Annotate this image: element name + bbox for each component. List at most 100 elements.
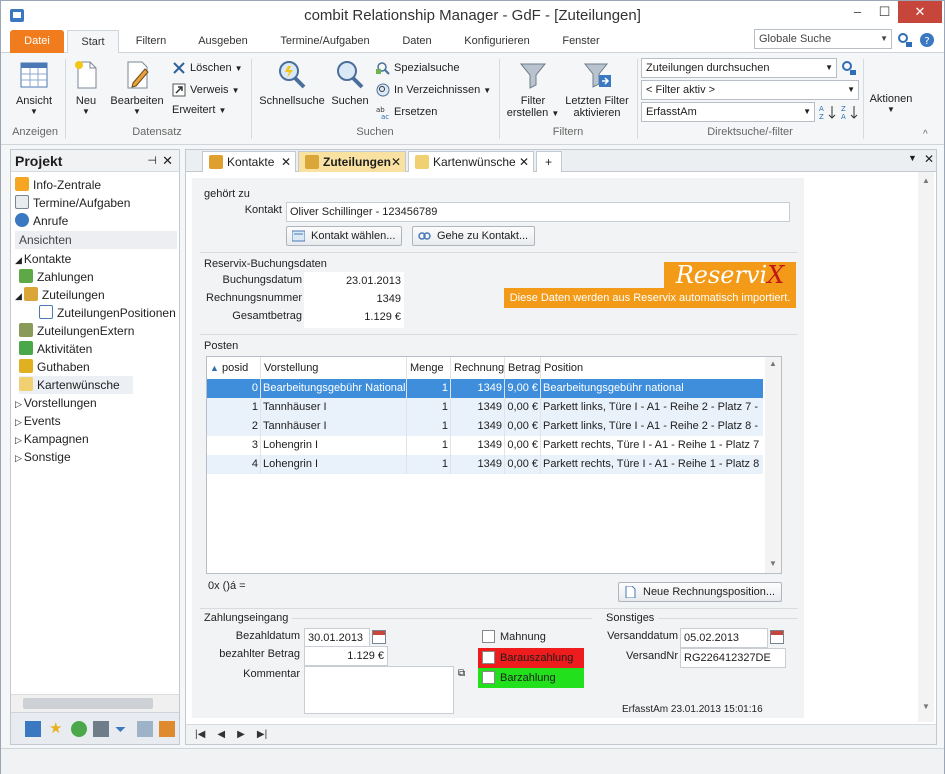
gesamtbetrag-value[interactable]: 1.129 € [304,308,404,328]
horizontal-scrollbar[interactable] [11,694,179,712]
close-button[interactable]: ✕ [898,1,942,23]
grid-vertical-scrollbar[interactable]: ▲ ▼ [765,357,781,573]
new-tab-button[interactable]: + [536,151,562,172]
tab-daten[interactable]: Daten [391,30,443,53]
col-menge[interactable]: Menge [407,357,451,379]
versanddatum-field[interactable]: 05.02.2013 [680,628,768,648]
buchungsdatum-value[interactable]: 23.01.2013 [304,272,404,292]
barauszahlung-checkbox-row[interactable]: Barauszahlung [478,648,584,668]
col-vorstellung[interactable]: Vorstellung [261,357,407,379]
close-tab-icon[interactable]: ✕ [391,152,401,172]
calendar-picker-icon[interactable] [770,630,784,644]
history-icon[interactable] [71,721,87,737]
sort-descending-icon[interactable]: ZA [841,103,859,121]
global-search-input[interactable]: Globale Suche ▼ [754,29,892,49]
last-record-icon[interactable]: ▶| [257,725,267,745]
kontakt-field[interactable]: Oliver Schillinger - 123456789 [286,202,790,222]
col-rechnung[interactable]: Rechnung [451,357,505,379]
favorites-star-icon[interactable]: ★ [49,721,65,737]
scroll-down-icon[interactable]: ▼ [922,702,930,711]
doc-tab-kartenwuensche[interactable]: Kartenwünsche ✕ [408,151,534,172]
schnellsuche-button[interactable]: Schnellsuche [257,59,327,107]
tree-zuteilungenpositionen[interactable]: ZuteilungenPositionen [39,304,176,322]
calendar-picker-icon[interactable] [372,630,386,644]
expand-icon[interactable]: ▷ [15,399,22,409]
loeschen-button[interactable]: Löschen ▼ [172,59,243,77]
users-icon[interactable] [159,721,175,737]
nav-info-zentrale[interactable]: Info-Zentrale [15,176,101,194]
ansicht-button[interactable]: Ansicht ▼ [9,59,59,116]
collapse-ribbon-icon[interactable]: ^ [923,129,928,140]
scroll-up-icon[interactable]: ▲ [922,176,930,185]
expand-editor-icon[interactable]: ⧉ [458,668,465,679]
tab-termine[interactable]: Termine/Aufgaben [267,30,383,53]
barauszahlung-checkbox[interactable] [482,651,495,664]
in-verzeichnissen-button[interactable]: In Verzeichnissen ▼ [376,81,491,99]
versandnr-field[interactable]: RG226412327DE [680,648,786,668]
tab-konfigurieren[interactable]: Konfigurieren [453,30,541,53]
scroll-down-icon[interactable]: ▼ [769,559,777,568]
col-betrag[interactable]: Betrag [505,357,541,379]
first-record-icon[interactable]: |◀ [195,725,205,745]
tree-kampagnen[interactable]: ▷ Kampagnen [15,430,89,448]
table-row[interactable]: 0 Bearbeitungsgebühr National 1 1349 9,0… [207,379,763,398]
tree-kartenwuensche[interactable]: Kartenwünsche [19,376,133,394]
sort-ascending-icon[interactable]: AZ [819,103,837,121]
form-vertical-scrollbar[interactable]: ▲ ▼ [918,172,934,722]
next-record-icon[interactable]: ▶ [237,725,245,745]
expand-icon[interactable]: ▷ [15,435,22,445]
scroll-up-icon[interactable]: ▲ [769,359,777,368]
col-posid[interactable]: ▲ posid [207,357,261,379]
field-select[interactable]: ErfasstAm ▼ [641,102,815,122]
barzahlung-checkbox[interactable] [482,671,495,684]
neue-rechnungsposition-button[interactable]: Neue Rechnungsposition... [618,582,783,602]
tree-kontakte[interactable]: ◢ Kontakte [15,250,71,268]
close-tab-icon[interactable]: ✕ [281,152,291,172]
tab-filtern[interactable]: Filtern [125,30,177,53]
doc-tab-kontakte[interactable]: Kontakte ✕ [202,151,296,172]
panel-close-icon[interactable]: ✕ [162,150,173,172]
tree-zuteilungen[interactable]: ◢ Zuteilungen [15,286,105,304]
close-tab-icon[interactable]: ✕ [519,152,529,172]
help-icon[interactable]: ? [919,32,935,48]
mahnung-checkbox[interactable] [482,630,495,643]
doc-tab-zuteilungen[interactable]: Zuteilungen ✕ [298,151,406,172]
bezahlter-betrag-field[interactable]: 1.129 € [304,646,388,666]
tab-list-icon[interactable]: ▼ [908,153,917,163]
nav-anrufe[interactable]: Anrufe [15,212,68,230]
letzten-filter-button[interactable]: Letzten Filter aktivieren [561,59,633,119]
bearbeiten-button[interactable]: Bearbeiten ▼ [107,59,167,116]
prev-record-icon[interactable]: ◀ [217,725,225,745]
tab-ausgeben[interactable]: Ausgeben [187,30,259,53]
tree-vorstellungen[interactable]: ▷ Vorstellungen [15,394,97,412]
suchen-button[interactable]: Suchen [329,59,371,107]
rechnungsnummer-value[interactable]: 1349 [304,290,404,310]
expand-icon[interactable]: ▷ [15,453,22,463]
link-icon[interactable] [137,721,153,737]
filter-active-select[interactable]: < Filter aktiv > ▼ [641,80,859,100]
col-position[interactable]: Position [541,357,763,379]
table-row[interactable]: 4 Lohengrin I 1 1349 0,00 € Parkett rech… [207,455,763,474]
bezahldatum-field[interactable]: 30.01.2013 [304,628,370,648]
verweis-button[interactable]: Verweis ▼ [172,81,240,99]
gehe-zu-kontakt-button[interactable]: Gehe zu Kontakt... [412,226,536,246]
kommentar-textarea[interactable] [304,666,454,714]
neu-button[interactable]: Neu ▼ [69,59,103,116]
filter-erstellen-button[interactable]: Filter erstellen ▼ [505,59,561,119]
erweitert-button[interactable]: Erweitert ▼ [172,101,226,119]
maximize-button[interactable]: ☐ [871,1,898,23]
tab-fenster[interactable]: Fenster [553,30,609,53]
table-row[interactable]: 2 Tannhäuser I 1 1349 0,00 € Parkett lin… [207,417,763,436]
aktionen-button[interactable]: Aktionen ▼ [865,93,917,114]
search-user-icon[interactable] [897,32,913,48]
nav-termine-aufgaben[interactable]: Termine/Aufgaben [15,194,130,212]
scrollbar-thumb[interactable] [23,698,153,709]
pin-icon[interactable]: ⊣ [147,150,157,172]
tree-aktivitaeten[interactable]: Aktivitäten [19,340,92,358]
tree-guthaben[interactable]: Guthaben [19,358,90,376]
filter-icon[interactable]: ⏷ [115,721,131,737]
tree-zahlungen[interactable]: Zahlungen [19,268,94,286]
table-row[interactable]: 3 Lohengrin I 1 1349 0,00 € Parkett rech… [207,436,763,455]
spezialsuche-button[interactable]: Spezialsuche [376,59,459,77]
collapse-icon[interactable]: ◢ [15,255,22,265]
